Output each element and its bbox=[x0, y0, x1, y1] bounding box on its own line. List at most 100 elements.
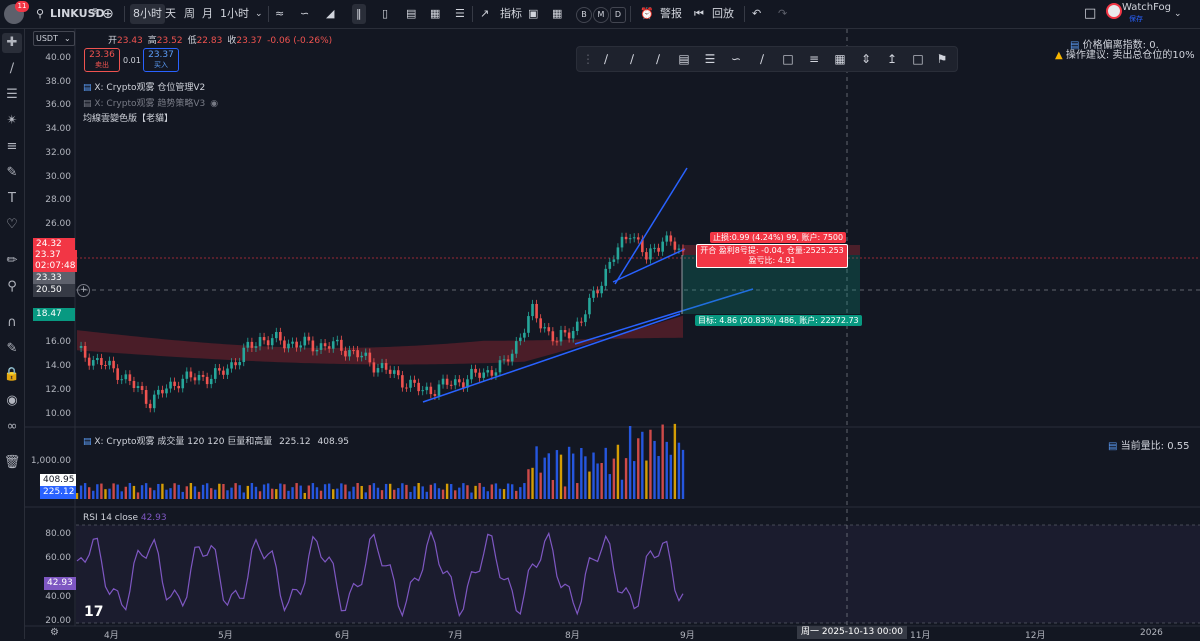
chart-area[interactable] bbox=[25, 29, 1200, 639]
candle-body bbox=[445, 378, 449, 385]
heikin-ashi-icon[interactable]: ▦ bbox=[430, 4, 440, 24]
fib-retracement-icon[interactable]: ☰ bbox=[701, 50, 719, 68]
parallel-channel-icon[interactable]: ▤ bbox=[675, 50, 693, 68]
position-info-box[interactable]: 开合 盈利8号提: -0.04, 仓量:2525.253 盈亏比: 4.91 bbox=[696, 244, 848, 268]
area-style-icon[interactable]: ◢ bbox=[326, 4, 334, 24]
add-symbol-icon[interactable]: ⊕ bbox=[102, 4, 114, 24]
interval-day[interactable]: 天 bbox=[165, 4, 176, 24]
zoom-icon[interactable]: ⚲ bbox=[2, 277, 22, 297]
eye-icon[interactable]: ◉ bbox=[2, 391, 22, 411]
brush-icon[interactable]: ✎ bbox=[2, 163, 22, 183]
indicator-label: X: Crypto观雾 趋势策略V3 bbox=[94, 99, 206, 109]
price-range-icon[interactable]: ⇕ bbox=[857, 50, 875, 68]
hollow-candle-icon[interactable]: ▯ bbox=[382, 4, 388, 24]
advice-text: 操作建议: 卖出总仓位的10% bbox=[1065, 50, 1195, 61]
volume-legend[interactable]: ▤ X: Crypto观雾 成交量 120 120 巨量和高量 225.12 4… bbox=[83, 434, 349, 447]
b-button[interactable]: B bbox=[576, 7, 592, 23]
candle-body bbox=[226, 368, 229, 375]
replay-icon[interactable]: ⏮ bbox=[694, 4, 704, 24]
save-label[interactable]: 保存 bbox=[1129, 14, 1143, 24]
fib-icon[interactable]: ≡ bbox=[2, 137, 22, 157]
m-button[interactable]: M bbox=[593, 7, 609, 23]
buy-button[interactable]: 23.37 买入 bbox=[143, 48, 179, 72]
volume-ratio-label: 当前量比: bbox=[1120, 441, 1165, 452]
candle-body bbox=[165, 388, 168, 394]
redo-icon[interactable]: ↷ bbox=[778, 4, 787, 24]
extended-line-icon[interactable]: ∕ bbox=[649, 50, 667, 68]
zigzag-icon[interactable]: ∽ bbox=[727, 50, 745, 68]
search-icon[interactable]: ⚲ bbox=[36, 4, 44, 24]
replay-button[interactable]: 回放 bbox=[712, 4, 734, 24]
indicators-icon[interactable]: ↗ bbox=[480, 4, 489, 24]
crosshair-icon[interactable]: ✚ bbox=[2, 33, 22, 53]
trendline-channel bbox=[612, 248, 686, 283]
undo-icon[interactable]: ↶ bbox=[752, 4, 761, 24]
candle-body bbox=[620, 236, 624, 248]
indicator-legend-trend[interactable]: ▤ X: Crypto观雾 趋势策略V3 ◉ bbox=[83, 96, 218, 109]
volume-bar bbox=[88, 487, 91, 499]
line-tool-icon[interactable]: ∕ bbox=[597, 50, 615, 68]
trendline-icon[interactable]: ∕ bbox=[2, 59, 22, 79]
indicators-button[interactable]: 指标 bbox=[500, 4, 522, 24]
candle-body bbox=[388, 369, 392, 374]
sell-button[interactable]: 23.36 卖出 bbox=[84, 48, 120, 72]
volume-bar bbox=[580, 448, 583, 499]
interval-month[interactable]: 月 bbox=[202, 4, 213, 24]
fullscreen-icon[interactable]: □ bbox=[1084, 4, 1096, 24]
tradingview-logo[interactable]: 17 bbox=[84, 604, 103, 620]
long-position-icon[interactable]: ↥ bbox=[883, 50, 901, 68]
indicator-legend-ma-cloud[interactable]: 均線雲變色版【老貓】 bbox=[83, 111, 173, 124]
eye-icon[interactable]: ◉ bbox=[210, 99, 218, 109]
alert-button[interactable]: 警报 bbox=[660, 4, 682, 24]
settings-icon[interactable]: ⚙ bbox=[50, 627, 59, 638]
horizontal-lines-icon[interactable]: ☰ bbox=[2, 85, 22, 105]
chevron-down-icon[interactable]: ⌄ bbox=[255, 4, 263, 24]
time-label-jul: 7月 bbox=[448, 631, 463, 641]
candle-body bbox=[567, 332, 571, 339]
volume-bar bbox=[567, 446, 571, 499]
text-icon[interactable]: T bbox=[2, 189, 22, 209]
pattern-icon[interactable]: ✴ bbox=[2, 111, 22, 131]
more-styles-icon[interactable]: ☰ bbox=[455, 4, 465, 24]
candle-body bbox=[230, 362, 233, 369]
rectangle-icon[interactable]: □ bbox=[779, 50, 797, 68]
horizontal-ray-icon[interactable]: ≡ bbox=[805, 50, 823, 68]
trash-icon[interactable]: 🗑 bbox=[2, 453, 22, 473]
flag-icon[interactable]: ⚑ bbox=[933, 50, 951, 68]
user-name[interactable]: WatchFog bbox=[1122, 2, 1171, 13]
candle-style-icon[interactable]: ‖ bbox=[352, 4, 366, 24]
grid-icon[interactable]: ▦ bbox=[831, 50, 849, 68]
lock-drawing-icon[interactable]: ✎ bbox=[2, 339, 22, 359]
line-style-icon[interactable]: ∽ bbox=[300, 4, 309, 24]
drag-handle-icon[interactable]: ⋮ bbox=[579, 50, 597, 68]
volume-bar bbox=[677, 442, 681, 499]
heart-icon[interactable]: ♡ bbox=[2, 215, 22, 235]
callout-icon[interactable]: □ bbox=[909, 50, 927, 68]
column-style-icon[interactable]: ▤ bbox=[406, 4, 416, 24]
volume-bar bbox=[421, 486, 424, 499]
d-button[interactable]: D bbox=[610, 7, 626, 23]
bars-style-icon[interactable]: ≈ bbox=[275, 4, 284, 24]
ray-tool-icon[interactable]: ∕ bbox=[623, 50, 641, 68]
add-alert-icon[interactable]: + bbox=[77, 284, 90, 297]
drawing-toolbar: ⋮ ∕ ∕ ∕ ▤ ☰ ∽ ∕ □ ≡ ▦ ⇕ ↥ □ ⚑ bbox=[576, 46, 958, 72]
pitchfork-icon[interactable]: ∕ bbox=[753, 50, 771, 68]
interval-1h[interactable]: 1小时 bbox=[220, 4, 249, 24]
layout-icon[interactable]: ▣ bbox=[528, 4, 538, 24]
link-icon[interactable]: ∞ bbox=[2, 417, 22, 437]
candle-body bbox=[360, 355, 363, 358]
indicator-legend-position[interactable]: ▤ X: Crypto观雾 仓位管理V2 bbox=[83, 80, 205, 93]
currency-selector[interactable]: USDT ⌄ bbox=[33, 31, 75, 46]
rsi-legend[interactable]: RSI 14 close 42.93 bbox=[83, 513, 167, 523]
magnet-icon[interactable]: ∩ bbox=[2, 313, 22, 333]
ruler-icon[interactable]: ✏ bbox=[2, 251, 22, 271]
lock-icon[interactable]: 🔒 bbox=[2, 365, 22, 385]
interval-8h[interactable]: 8小时 bbox=[130, 4, 165, 24]
user-avatar[interactable] bbox=[1106, 3, 1122, 19]
chevron-down-icon[interactable]: ⌄ bbox=[1174, 4, 1182, 24]
interval-week[interactable]: 周 bbox=[184, 4, 195, 24]
alarm-clock-icon[interactable]: ⏰ bbox=[640, 4, 654, 24]
chart-canvas[interactable] bbox=[25, 29, 1200, 639]
templates-icon[interactable]: ▦ bbox=[552, 4, 562, 24]
candle-body bbox=[592, 290, 595, 298]
